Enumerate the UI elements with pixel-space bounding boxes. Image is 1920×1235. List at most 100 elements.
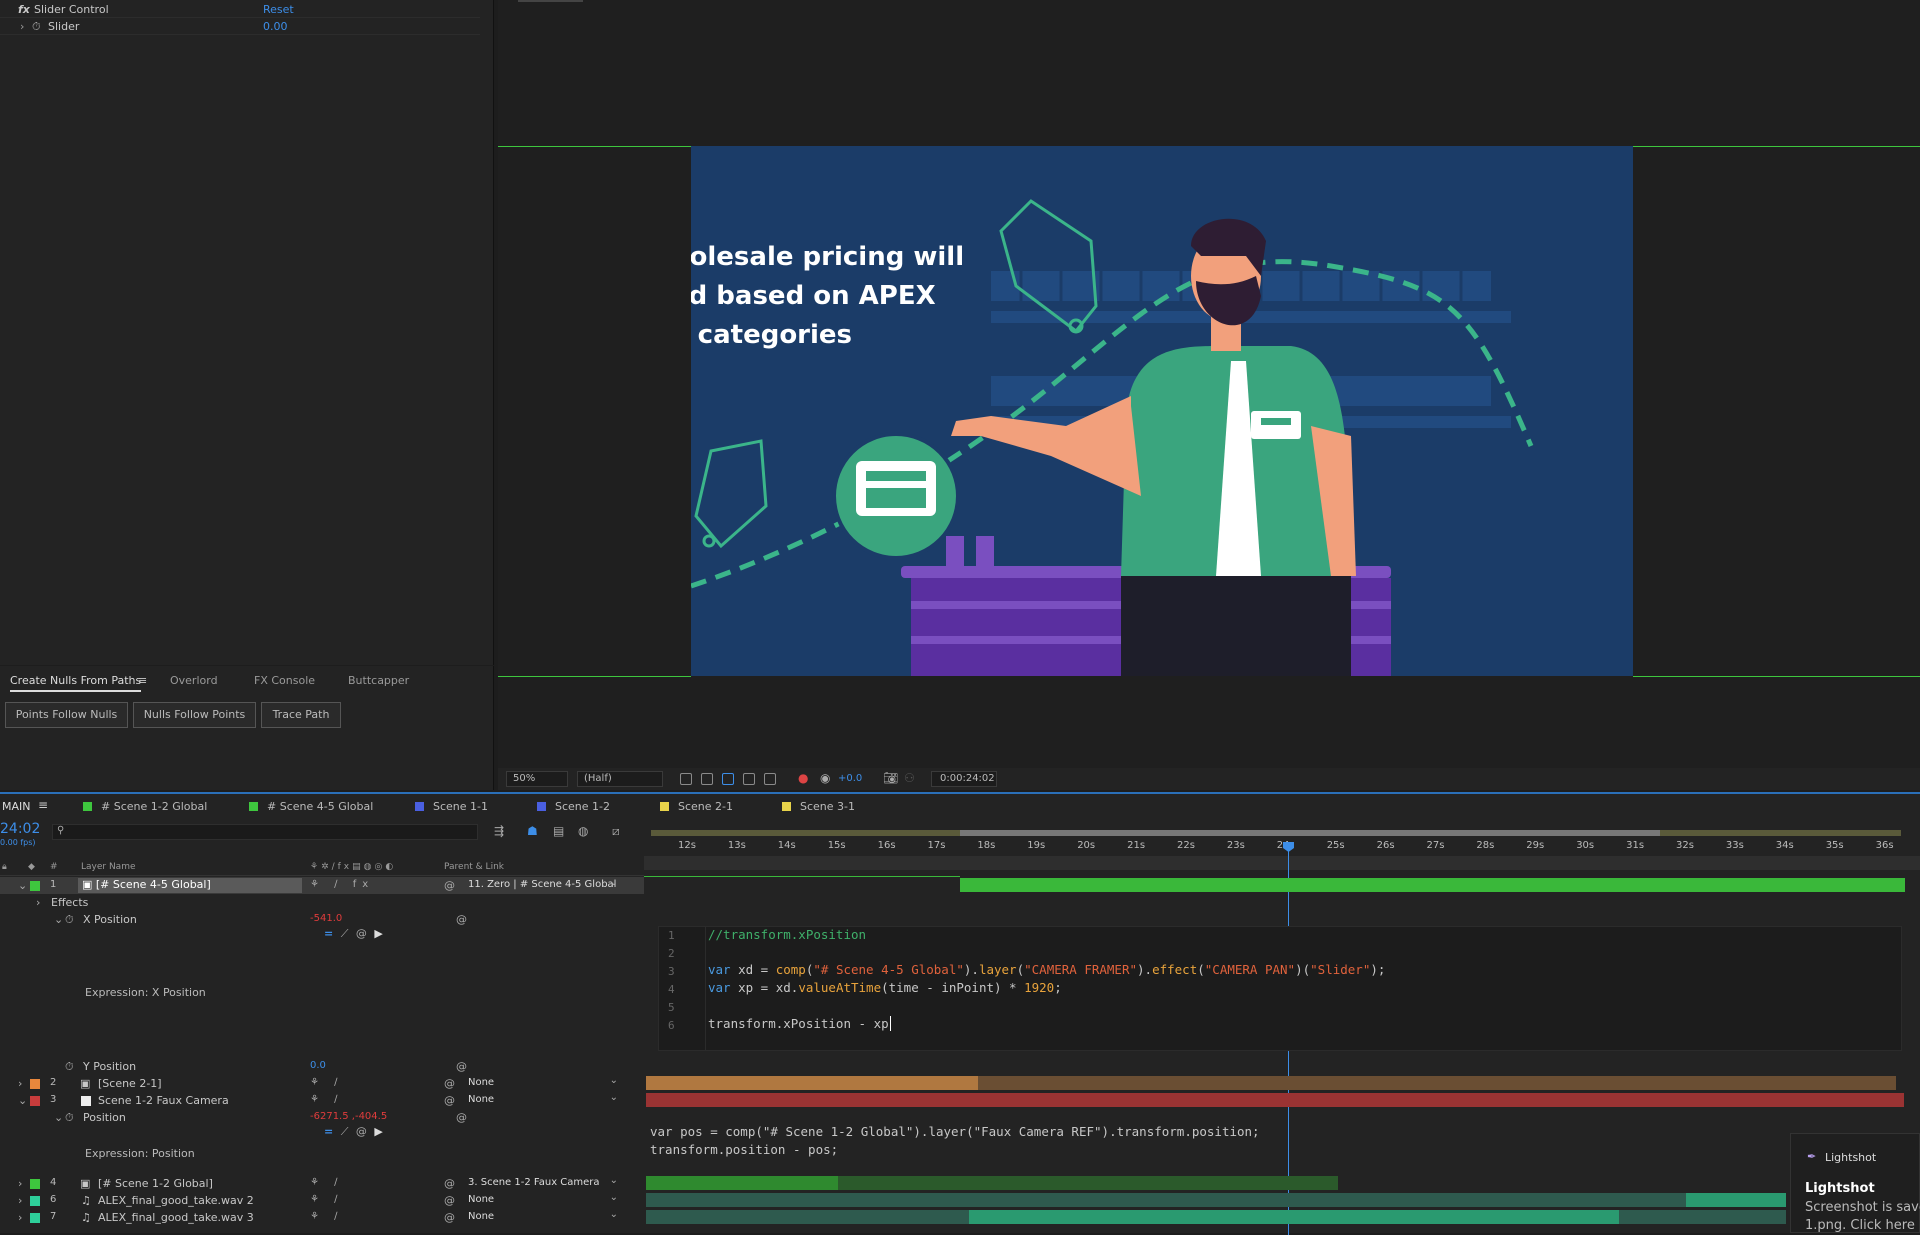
resolution-select[interactable]: (Half) <box>577 771 663 787</box>
graph-editor-icon[interactable]: ⧄ <box>612 824 620 839</box>
layer-bar-2[interactable] <box>646 1076 978 1090</box>
comp-tab-scene-1-2-global[interactable]: # Scene 1-2 Global <box>83 800 207 813</box>
layer-bar-7-tail[interactable] <box>1619 1210 1786 1224</box>
tab-buttcapper[interactable]: Buttcapper <box>348 674 409 687</box>
points-follow-nulls-button[interactable]: Points Follow Nulls <box>5 702 128 728</box>
y-position-row[interactable]: ⏱ Y Position 0.0 @ <box>0 1058 644 1075</box>
layer-bar-7-head[interactable] <box>646 1210 969 1224</box>
exposure-icon[interactable]: ◉ <box>820 771 830 785</box>
lightshot-notification[interactable]: ✒ Lightshot Lightshot Screenshot is save… <box>1790 1133 1920 1233</box>
stopwatch-icon[interactable]: ⏱ <box>65 1111 74 1125</box>
layer-bar-4[interactable] <box>646 1176 838 1190</box>
reset-link[interactable]: Reset <box>263 3 294 16</box>
x-position-row[interactable]: ⌄ ⏱ X Position -541.0 @ <box>0 911 644 928</box>
layer-bar-7[interactable] <box>969 1210 1619 1224</box>
layer-name[interactable]: [# Scene 1-2 Global] <box>98 1177 213 1190</box>
layer-row-1[interactable]: ⌄ 1 ▣ [# Scene 4-5 Global] ⚘ ∕ fx @ 11. … <box>0 876 644 894</box>
stopwatch-icon[interactable]: ⏱ <box>65 1060 74 1074</box>
nulls-follow-points-button[interactable]: Nulls Follow Points <box>133 702 256 728</box>
work-area-range[interactable] <box>960 830 1660 836</box>
expression-line-3[interactable]: var xd = comp("# Scene 4-5 Global").laye… <box>708 962 1385 977</box>
pickwhip-icon[interactable]: @ <box>444 1194 455 1207</box>
expression-enable-icon[interactable]: = <box>324 1125 333 1138</box>
layer-switches[interactable]: ⚘ ∕ <box>310 1194 344 1205</box>
expression-graph-icon[interactable]: ⟋ <box>341 927 349 940</box>
y-position-value[interactable]: 0.0 <box>310 1060 326 1071</box>
layer-row-3[interactable]: ⌄ 3 Scene 1-2 Faux Camera ⚘ ∕ @ None <box>0 1091 644 1109</box>
comp-tab-scene-1-2[interactable]: Scene 1-2 <box>537 800 610 813</box>
expression-line-4[interactable]: var xp = xd.valueAtTime(time - inPoint) … <box>708 980 1062 995</box>
chevron-down-icon[interactable]: ⌄ <box>54 1111 63 1124</box>
expression-line-1[interactable]: var pos = comp("# Scene 1-2 Global").lay… <box>650 1124 1785 1139</box>
comp-flowchart-icon[interactable]: ⇶ <box>494 824 504 838</box>
param-value[interactable]: 0.00 <box>263 20 288 33</box>
layer-row-6[interactable]: › 6 ♫ ALEX_final_good_take.wav 2 ⚘ ∕ @ N… <box>0 1191 644 1209</box>
motion-blur-icon[interactable]: ◍ <box>578 824 588 838</box>
comp-tab-scene-1-1[interactable]: Scene 1-1 <box>415 800 488 813</box>
layer-label-color[interactable] <box>30 881 40 891</box>
layer-bar-4-tail[interactable] <box>838 1176 1338 1190</box>
fx-icon[interactable]: fx <box>18 3 30 16</box>
expression-line-6[interactable]: transform.xPosition - xp <box>708 1016 891 1031</box>
parent-select[interactable]: None <box>462 1091 622 1108</box>
region-icon[interactable] <box>743 773 755 785</box>
expression-graph-icon[interactable]: ⟋ <box>341 1125 349 1138</box>
x-position-value[interactable]: -541.0 <box>310 913 342 924</box>
layer-name[interactable]: ALEX_final_good_take.wav 3 <box>98 1211 254 1224</box>
chevron-right-icon[interactable]: › <box>20 20 24 33</box>
chevron-right-icon[interactable]: › <box>36 896 40 909</box>
layer-name[interactable]: ▣ [# Scene 4-5 Global] <box>78 878 302 893</box>
layer-bar-1[interactable] <box>960 878 1905 892</box>
color-channels-icon[interactable]: ● <box>798 771 808 785</box>
tab-fx-console[interactable]: FX Console <box>254 674 315 687</box>
panel-menu-icon[interactable]: ≡ <box>38 798 48 812</box>
pickwhip-icon[interactable]: @ <box>444 879 455 892</box>
timecode-display[interactable]: 24:02 <box>0 821 40 837</box>
grid-icon[interactable] <box>680 773 692 785</box>
comp-tab-scene-3-1[interactable]: Scene 3-1 <box>782 800 855 813</box>
layer-bar-6-active[interactable] <box>1686 1193 1786 1207</box>
safe-zones-icon[interactable] <box>764 773 776 785</box>
layer-row-7[interactable]: › 7 ♫ ALEX_final_good_take.wav 3 ⚘ ∕ @ N… <box>0 1208 644 1226</box>
layer-name[interactable]: [Scene 2-1] <box>98 1077 162 1090</box>
chevron-right-icon[interactable]: › <box>18 1194 22 1207</box>
layer-label-color[interactable] <box>30 1079 40 1089</box>
layer-row-2[interactable]: › 2 ▣ [Scene 2-1] ⚘ ∕ @ None <box>0 1074 644 1092</box>
expression-language-menu-icon[interactable]: ▶ <box>374 1125 382 1138</box>
chevron-right-icon[interactable]: › <box>18 1211 22 1224</box>
trace-path-button[interactable]: Trace Path <box>261 702 341 728</box>
parent-select[interactable]: 3. Scene 1-2 Faux Camera <box>462 1174 622 1191</box>
parent-select[interactable]: 11. Zero | # Scene 4-5 Global <box>462 876 622 893</box>
layer-search-input[interactable]: ⚲ <box>52 824 478 840</box>
show-snapshot-icon[interactable]: ⚇ <box>904 771 915 785</box>
layer-switches[interactable]: ⚘ ∕ <box>310 1177 344 1188</box>
layer-label-color[interactable] <box>30 1179 40 1189</box>
layer-bar-2-tail[interactable] <box>978 1076 1896 1090</box>
layer-switches[interactable]: ⚘ ∕ <box>310 1077 344 1088</box>
stopwatch-icon[interactable]: ⏱ <box>65 913 74 927</box>
expression-language-menu-icon[interactable]: ▶ <box>374 927 382 940</box>
pickwhip-icon[interactable]: @ <box>456 913 467 926</box>
zoom-select[interactable]: 50% <box>506 771 568 787</box>
chevron-right-icon[interactable]: › <box>18 1177 22 1190</box>
layer-name-header[interactable]: Layer Name <box>81 862 136 872</box>
tab-overlord[interactable]: Overlord <box>170 674 218 687</box>
composition-frame[interactable]: holesale pricing will ed based on APEX e… <box>691 146 1633 676</box>
pickwhip-icon[interactable]: @ <box>444 1177 455 1190</box>
expression-pickwhip-icon[interactable]: @ <box>356 927 367 940</box>
chevron-down-icon[interactable]: ⌄ <box>54 913 63 926</box>
snapshot-icon[interactable]: 📷︎ <box>883 771 898 785</box>
expression-pickwhip-icon[interactable]: @ <box>356 1125 367 1138</box>
expression-editor-position[interactable]: var pos = comp("# Scene 1-2 Global").lay… <box>650 1124 1785 1169</box>
current-time-display[interactable]: 0:00:24:02 <box>931 771 997 787</box>
frame-blending-icon[interactable]: ▤ <box>553 824 564 838</box>
pickwhip-icon[interactable]: @ <box>456 1060 467 1073</box>
panel-menu-icon[interactable]: ≡ <box>138 674 147 687</box>
effects-group-row[interactable]: › Effects <box>0 894 644 911</box>
timeline-panel-name[interactable]: MAIN <box>2 800 31 813</box>
transparency-icon[interactable] <box>722 773 734 785</box>
layer-bar-6[interactable] <box>646 1193 1686 1207</box>
mask-icon[interactable] <box>701 773 713 785</box>
chevron-right-icon[interactable]: › <box>18 1077 22 1090</box>
pickwhip-icon[interactable]: @ <box>444 1211 455 1224</box>
